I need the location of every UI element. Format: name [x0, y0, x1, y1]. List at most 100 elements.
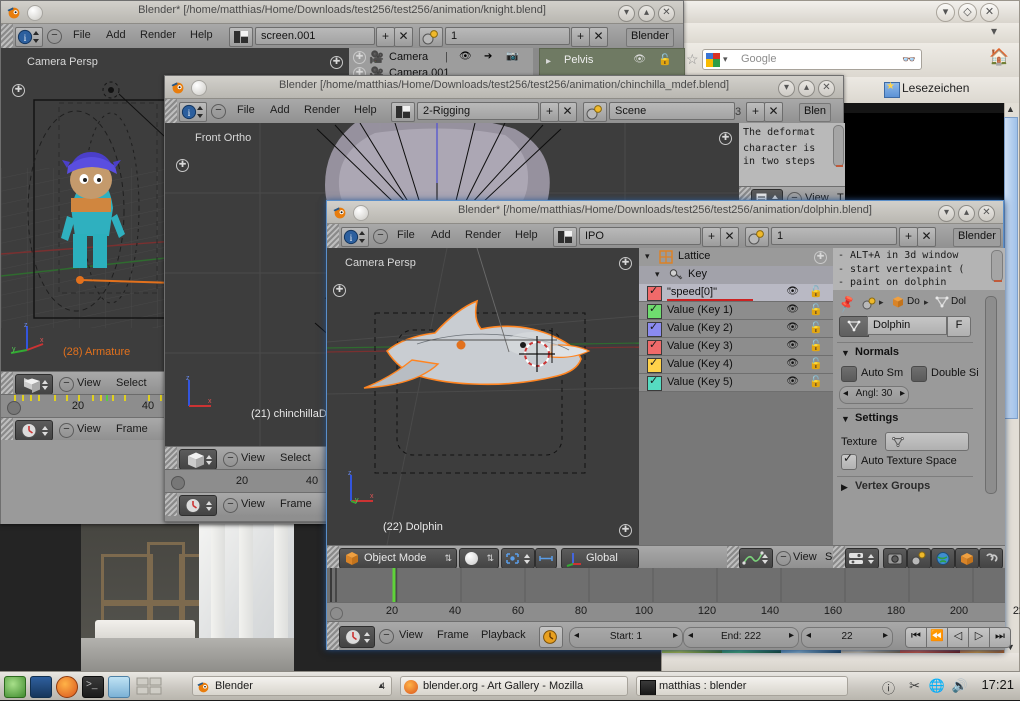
add-screen-button[interactable]: + [376, 27, 395, 47]
ipo-channel-row[interactable]: Value (Key 2) 👁 🔓 [639, 320, 833, 338]
dolphin-text-editor[interactable]: - ALT+A in 3d window - start vertexpaint… [833, 248, 1005, 290]
ipo-root-row[interactable]: ▾ Lattice ✚ [639, 248, 833, 267]
tab-world[interactable] [931, 548, 955, 569]
menu-view[interactable]: View [793, 551, 817, 563]
screen-name-field[interactable]: screen.001 [255, 27, 375, 45]
delete-scene-button[interactable]: ✕ [917, 227, 936, 247]
slider-right-arrow[interactable]: ▸ [789, 629, 794, 643]
slider-right-arrow[interactable]: ▸ [900, 387, 905, 401]
menu-view[interactable]: View [399, 629, 423, 641]
ipo-channel-row[interactable]: Value (Key 1) 👁 🔓 [639, 302, 833, 320]
tab-scene[interactable] [907, 548, 931, 569]
chinchilla-info-header[interactable]: i − File Add Render Help 2-Rigging + ✕ S… [165, 99, 843, 124]
channel-enable-checkbox[interactable] [647, 284, 662, 301]
slider-left-arrow[interactable]: ◂ [688, 629, 693, 643]
triangle-down-icon[interactable]: ▾ [655, 269, 660, 280]
footer-corner-grip[interactable] [327, 622, 339, 650]
triangle-right-icon[interactable]: ▶ [841, 482, 848, 493]
outliner-item-camera[interactable]: Camera [389, 51, 428, 63]
render-restrict-icon[interactable]: 📷 [506, 51, 518, 62]
eye-icon[interactable]: 👁 [786, 322, 799, 333]
mesh-data-icon[interactable] [935, 295, 949, 314]
properties-editor-icon[interactable] [845, 548, 879, 569]
jump-end-icon[interactable]: ⏭ [989, 627, 1011, 648]
scene-name-field[interactable]: 1 [445, 27, 570, 45]
scene-icon[interactable] [583, 102, 607, 122]
screen-name-field[interactable]: 2-Rigging [417, 102, 539, 120]
add-scene-button[interactable]: + [746, 102, 765, 122]
mesh-datablock-icon[interactable] [839, 316, 869, 337]
chinchilla-viewport-expand-icon-2[interactable]: ✚ [719, 132, 732, 145]
end-frame-field[interactable]: ◂ End: 222 ▸ [683, 627, 799, 648]
eye-icon[interactable]: 👁 [633, 54, 646, 65]
auto-smooth-angle-slider[interactable]: ◂ Angl: 30 ▸ [839, 386, 909, 404]
channel-label[interactable]: Value (Key 5) [667, 376, 733, 388]
breadcrumb-object-label[interactable]: Do [907, 296, 920, 307]
scene-icon[interactable] [861, 296, 877, 315]
object-mode-icon[interactable] [179, 449, 217, 470]
dolphin-properties-footer[interactable] [833, 545, 1005, 569]
terminal-launcher-icon[interactable]: >_ [82, 676, 104, 698]
delete-screen-button[interactable]: ✕ [720, 227, 739, 247]
menu-help[interactable]: Help [515, 229, 538, 241]
dolphin-viewport-expand-icon[interactable]: ✚ [333, 284, 346, 297]
chinchilla-minimize-button[interactable]: ▾ [778, 80, 795, 97]
pin-icon[interactable]: 📌 [837, 294, 858, 315]
chevron-updown-icon[interactable]: ⇅ [486, 549, 494, 568]
play-reverse-icon[interactable]: ◁ [947, 627, 969, 648]
slider-right-arrow[interactable]: ▸ [883, 629, 888, 643]
fake-user-button[interactable]: F [947, 316, 971, 337]
star-icon[interactable]: ☆ [686, 51, 699, 68]
dolphin-ipo-channel-list[interactable]: ▾ Lattice ✚ ▾ Key "speed[0]"👁🔓Value [639, 248, 833, 545]
slider-left-arrow[interactable]: ◂ [806, 629, 811, 643]
ipo-channel-row[interactable]: Value (Key 4) 👁 🔓 [639, 356, 833, 374]
chevron-updown-icon[interactable]: ⇅ [444, 549, 452, 568]
add-scene-button[interactable]: + [571, 27, 590, 47]
triangle-right-icon[interactable]: ▸ [546, 56, 551, 67]
dolphin-minimize-button[interactable]: ▾ [938, 205, 955, 222]
add-screen-button[interactable]: + [540, 102, 559, 122]
menu-add[interactable]: Add [270, 104, 290, 116]
section-title-normals[interactable]: Normals [855, 346, 899, 358]
channel-enable-checkbox[interactable] [647, 338, 662, 355]
header-corner-grip[interactable] [165, 99, 177, 123]
channel-enable-checkbox[interactable] [647, 356, 662, 373]
eye-icon[interactable]: 👁 [786, 286, 799, 297]
show-desktop-icon[interactable] [30, 676, 52, 698]
collapse-icon[interactable]: − [776, 551, 791, 566]
volume-icon[interactable]: 🔊 [952, 678, 968, 694]
search-input[interactable]: ▾ Google 👓 [702, 49, 922, 70]
screen-layout-icon[interactable] [391, 102, 415, 122]
menu-render[interactable]: Render [465, 229, 501, 241]
channel-enable-checkbox[interactable] [647, 374, 662, 391]
scene-name-field[interactable]: Scene [609, 102, 735, 120]
dolphin-viewport-expand-icon-2[interactable]: ✚ [619, 257, 632, 270]
object-mode-dropdown[interactable]: Object Mode ⇅ [339, 548, 457, 569]
dolphin-ipo-footer[interactable]: − View Select Mark [727, 545, 895, 569]
unlock-icon[interactable]: 🔓 [809, 285, 823, 298]
menu-view[interactable]: View [241, 498, 265, 510]
add-screen-button[interactable]: + [702, 227, 721, 247]
menu-file[interactable]: File [397, 229, 415, 241]
knight-close-button[interactable]: ✕ [658, 5, 675, 22]
taskbar[interactable]: >_ Blender ▲ 4 blender.org - Art Gallery… [0, 671, 1020, 700]
dolphin-maximize-button[interactable]: ▴ [958, 205, 975, 222]
menu-select[interactable]: Select [116, 377, 147, 389]
menu-add[interactable]: Add [431, 229, 451, 241]
info-editor-icon[interactable]: i [179, 102, 207, 122]
unlock-icon[interactable]: 🔓 [809, 321, 823, 334]
firefox-scrollbar[interactable]: ▲ ▼ [1004, 103, 1019, 653]
ipo-editor-icon[interactable] [739, 548, 773, 569]
unlock-icon[interactable]: 🔓 [809, 357, 823, 370]
task-terminal[interactable]: matthias : blender [636, 676, 848, 696]
chinchilla-text-editor[interactable]: The deformat character is in two steps [739, 123, 845, 186]
dolphin-titlebar[interactable]: Blender* [/home/matthias/Home/Downloads/… [327, 201, 1003, 224]
texture-mesh-field[interactable] [885, 432, 969, 451]
workspace-switcher-icon[interactable] [136, 676, 162, 696]
ruler-handle-left[interactable] [330, 607, 343, 620]
info-editor-icon[interactable]: i [15, 27, 43, 47]
delete-scene-button[interactable]: ✕ [764, 102, 783, 122]
slider-right-arrow[interactable]: ▸ [673, 629, 678, 643]
footer-corner-grip[interactable] [833, 546, 845, 569]
channel-enable-checkbox[interactable] [647, 320, 662, 337]
